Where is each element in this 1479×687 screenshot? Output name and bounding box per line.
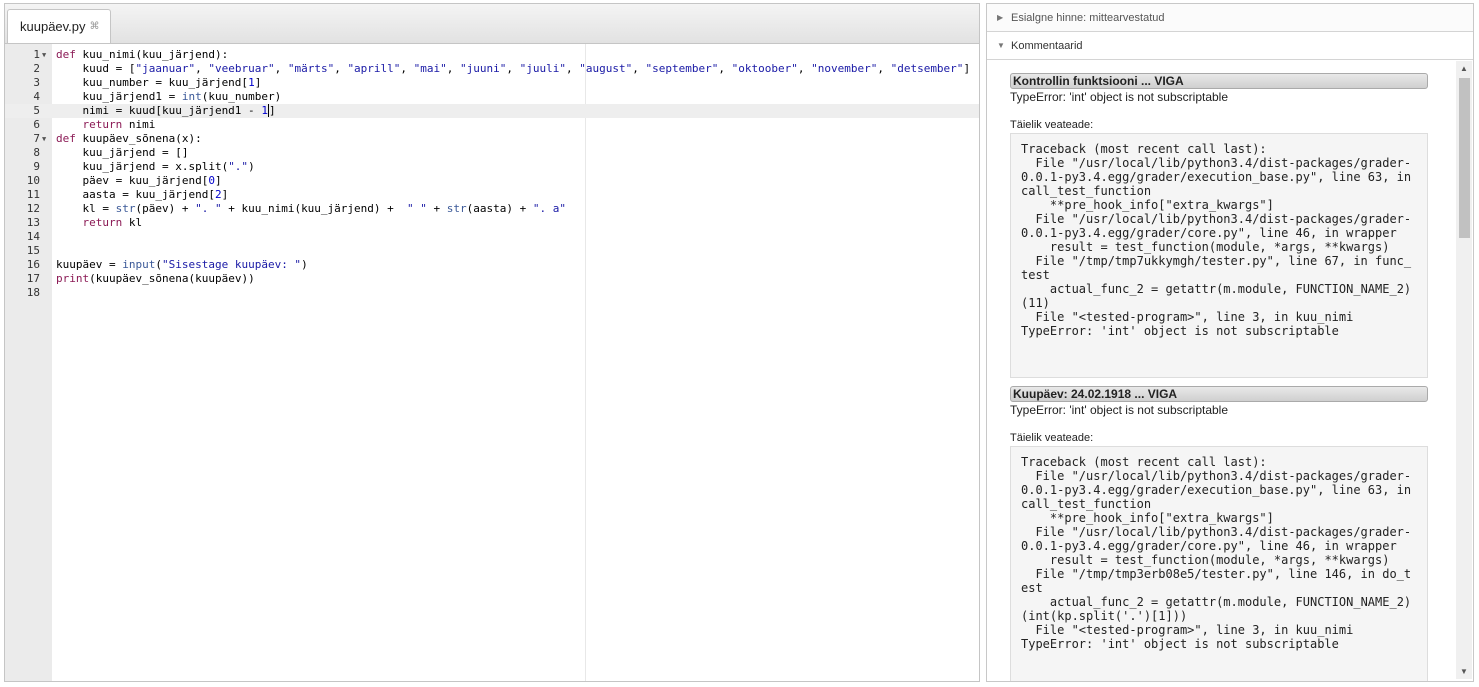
code-line[interactable]: 8 kuu_järjend = [] [5, 146, 979, 160]
scroll-down-arrow-icon[interactable]: ▼ [1456, 664, 1472, 679]
code-text[interactable]: kl = str(päev) + ". " + kuu_nimi(kuu_jär… [56, 202, 566, 216]
file-tab-label: kuupäev.py [20, 18, 86, 34]
code-editor-pane: kuupäev.py ⌘ 1 ▼ def kuu_nimi(kuu_järjend)… [4, 3, 980, 682]
line-number: 16 [26, 258, 40, 271]
code-line[interactable]: 9 kuu_järjend = x.split(".") [5, 160, 979, 174]
line-number: 7 [33, 132, 40, 145]
line-number: 14 [26, 230, 40, 243]
code-text[interactable]: kuud = ["jaanuar", "veebruar", "märts", … [56, 62, 970, 76]
comments-header-label: Kommentaarid [1011, 40, 1083, 52]
code-line[interactable]: 7 ▼ def kuupäev_sõnena(x): [5, 132, 979, 146]
full-error-label: Täielik veateade: [1010, 119, 1094, 131]
vertical-scrollbar[interactable]: ▲ ▼ [1456, 61, 1472, 679]
editor-tab-bar: kuupäev.py ⌘ [5, 4, 979, 44]
code-text[interactable]: kuu_number = kuu_järjend[1] [56, 76, 261, 90]
code-area[interactable]: 1 ▼ def kuu_nimi(kuu_järjend): 2 kuud = ["j… [5, 44, 979, 681]
comments-accordion-header[interactable]: ▼ Kommentaarid [987, 32, 1473, 60]
line-number: 9 [33, 160, 40, 173]
code-line[interactable]: 16 kuupäev = input("Sisestage kuupäev: ") [5, 258, 979, 272]
code-text[interactable]: def kuu_nimi(kuu_järjend): [56, 48, 228, 62]
code-line[interactable]: 14 [5, 230, 979, 244]
code-text[interactable]: aasta = kuu_järjend[2] [56, 188, 228, 202]
line-number: 2 [33, 62, 40, 75]
line-number: 8 [33, 146, 40, 159]
traceback-box: Traceback (most recent call last): File … [1010, 133, 1428, 378]
line-number: 18 [26, 286, 40, 299]
line-number: 13 [26, 216, 40, 229]
test-title: Kuupäev: 24.02.1918 ... VIGA [1010, 386, 1428, 402]
grade-accordion-header[interactable]: ▶ Esialgne hinne: mittearvestatud [987, 4, 1473, 32]
test-result: Kuupäev: 24.02.1918 ... VIGA TypeError: … [1010, 386, 1428, 681]
fold-arrow-icon[interactable]: ▼ [42, 132, 46, 146]
line-number: 12 [26, 202, 40, 215]
traceback-box: Traceback (most recent call last): File … [1010, 446, 1428, 681]
code-text[interactable]: kuu_järjend = [] [56, 146, 188, 160]
file-tab[interactable]: kuupäev.py ⌘ [7, 9, 111, 43]
code-text[interactable]: print(kuupäev_sõnena(kuupäev)) [56, 272, 255, 286]
code-text[interactable]: return nimi [56, 118, 156, 132]
full-error-label: Täielik veateade: [1010, 432, 1094, 444]
code-line[interactable]: 12 kl = str(päev) + ". " + kuu_nimi(kuu_… [5, 202, 979, 216]
code-line[interactable]: 4 kuu_järjend1 = int(kuu_number) [5, 90, 979, 104]
code-line[interactable]: 11 aasta = kuu_järjend[2] [5, 188, 979, 202]
test-error: TypeError: 'int' object is not subscript… [1010, 90, 1229, 104]
code-text[interactable]: kuupäev = input("Sisestage kuupäev: ") [56, 258, 308, 272]
close-tab-icon[interactable]: ⌘ [90, 10, 100, 44]
code-text[interactable]: return kl [56, 216, 143, 230]
code-line[interactable]: 17 print(kuupäev_sõnena(kuupäev)) [5, 272, 979, 286]
line-number: 3 [33, 76, 40, 89]
code-text[interactable]: päev = kuu_järjend[0] [56, 174, 221, 188]
code-line[interactable]: 6 return nimi [5, 118, 979, 132]
line-number: 4 [33, 90, 40, 103]
line-number: 10 [26, 174, 40, 187]
code-line[interactable]: 10 päev = kuu_järjend[0] [5, 174, 979, 188]
scroll-up-arrow-icon[interactable]: ▲ [1456, 61, 1472, 76]
code-line[interactable]: 1 ▼ def kuu_nimi(kuu_järjend): [5, 48, 979, 62]
code-line[interactable]: 5 nimi = kuud[kuu_järjend1 - 1] [5, 104, 979, 118]
line-number: 1 [33, 48, 40, 61]
code-line[interactable]: 18 [5, 286, 979, 300]
code-text[interactable]: kuu_järjend1 = int(kuu_number) [56, 90, 281, 104]
code-line[interactable]: 2 kuud = ["jaanuar", "veebruar", "märts"… [5, 62, 979, 76]
line-number: 15 [26, 244, 40, 257]
test-error: TypeError: 'int' object is not subscript… [1010, 403, 1229, 417]
code-text[interactable]: kuu_järjend = x.split(".") [56, 160, 254, 174]
fold-arrow-icon[interactable]: ▼ [42, 48, 46, 62]
line-number: 11 [26, 188, 40, 201]
code-text[interactable]: def kuupäev_sõnena(x): [56, 132, 202, 146]
code-line[interactable]: 15 [5, 244, 979, 258]
grade-header-label: Esialgne hinne: mittearvestatud [1011, 12, 1165, 24]
line-number: 6 [33, 118, 40, 131]
test-result: Kontrollin funktsiooni ... VIGA TypeErro… [1010, 73, 1428, 378]
expand-triangle-icon: ▶ [997, 13, 1004, 22]
line-number: 5 [33, 104, 40, 117]
code-line[interactable]: 13 return kl [5, 216, 979, 230]
collapse-triangle-icon: ▼ [997, 41, 1005, 50]
scrollbar-thumb[interactable] [1459, 78, 1470, 238]
comments-body[interactable]: Kontrollin funktsiooni ... VIGA TypeErro… [987, 61, 1473, 681]
code-text[interactable]: nimi = kuud[kuu_järjend1 - 1] [56, 104, 276, 118]
code-line[interactable]: 3 kuu_number = kuu_järjend[1] [5, 76, 979, 90]
test-title: Kontrollin funktsiooni ... VIGA [1010, 73, 1428, 89]
feedback-panel: ▶ Esialgne hinne: mittearvestatud ▼ Komm… [986, 3, 1474, 682]
line-number: 17 [26, 272, 40, 285]
